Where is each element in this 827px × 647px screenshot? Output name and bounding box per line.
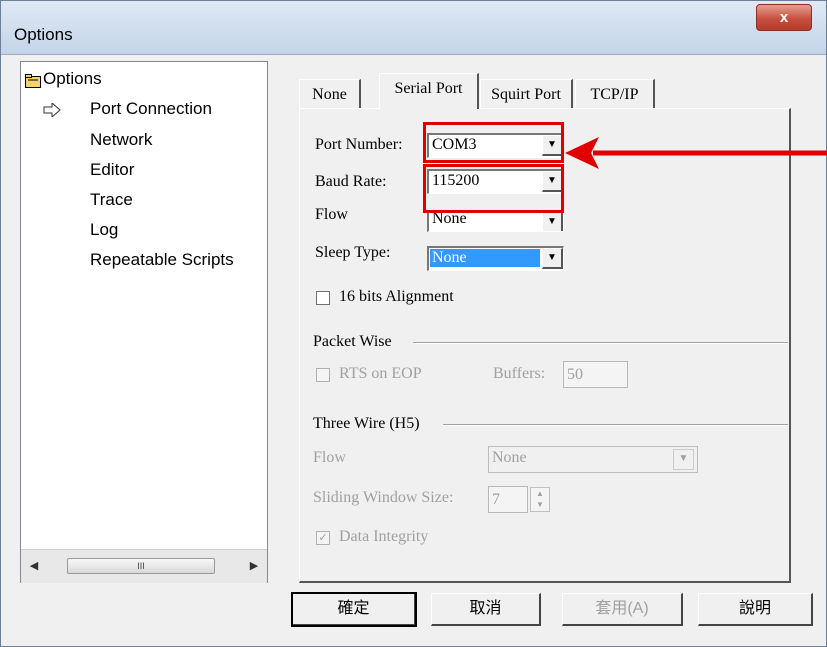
selected-arrow-icon	[43, 103, 61, 117]
chevron-down-icon[interactable]: ▼	[673, 449, 694, 470]
port-number-label: Port Number:	[315, 136, 403, 153]
sleep-type-value: None	[430, 249, 540, 267]
sliding-window-input[interactable]: 7	[488, 486, 528, 513]
help-button[interactable]: 說明	[698, 593, 813, 626]
tree-item-port-connection[interactable]: Port Connection	[90, 99, 212, 119]
sleep-type-label: Sleep Type:	[315, 244, 391, 261]
scroll-right-icon[interactable]: ▶	[247, 558, 261, 574]
tab-squirt-port[interactable]: Squirt Port	[480, 79, 573, 111]
options-tree: Options Port Connection Network Editor T…	[20, 61, 268, 583]
tree-item-repeatable-scripts[interactable]: Repeatable Scripts	[90, 250, 234, 270]
tree-item-trace[interactable]: Trace	[90, 190, 133, 210]
three-wire-divider	[443, 424, 788, 426]
alignment-checkbox[interactable]	[316, 291, 330, 305]
tab-none[interactable]: None	[299, 79, 361, 111]
buffers-label: Buffers:	[493, 365, 546, 382]
chevron-down-icon[interactable]: ▼	[542, 212, 563, 231]
three-wire-flow-select[interactable]: None ▼	[488, 446, 698, 473]
spin-down-icon[interactable]: ▼	[531, 499, 549, 510]
buffers-input[interactable]: 50	[563, 361, 628, 388]
close-button[interactable]: x	[756, 4, 812, 31]
three-wire-flow-label: Flow	[313, 449, 346, 466]
rts-on-eop-label: RTS on EOP	[339, 365, 422, 382]
title-bar: Options x	[1, 1, 826, 55]
cancel-button[interactable]: 取消	[431, 593, 541, 626]
tree-item-network[interactable]: Network	[90, 130, 152, 150]
baud-rate-label: Baud Rate:	[315, 173, 387, 190]
tree-item-log[interactable]: Log	[90, 220, 118, 240]
ok-button[interactable]: 確定	[291, 592, 417, 627]
flow-select[interactable]: None ▼	[427, 210, 564, 232]
tab-serial-port[interactable]: Serial Port	[379, 73, 479, 109]
tab-tcpip[interactable]: TCP/IP	[575, 79, 655, 111]
packet-wise-group-label: Packet Wise	[313, 333, 392, 350]
port-number-highlight	[423, 122, 564, 163]
data-integrity-checkbox[interactable]: ✓	[316, 531, 330, 545]
sliding-window-spinner[interactable]: ▲ ▼	[530, 487, 550, 512]
tree-item-editor[interactable]: Editor	[90, 160, 134, 180]
tree-root-options[interactable]: Options	[43, 69, 102, 89]
packet-wise-divider	[413, 342, 788, 344]
rts-on-eop-checkbox[interactable]	[316, 368, 330, 382]
scroll-thumb[interactable]: III	[67, 558, 215, 574]
tree-horizontal-scrollbar[interactable]: ◀ III ▶	[21, 549, 267, 583]
sliding-window-label: Sliding Window Size:	[313, 489, 454, 506]
sleep-type-select[interactable]: None ▼	[427, 246, 564, 271]
flow-label: Flow	[315, 206, 348, 223]
alignment-label: 16 bits Alignment	[339, 288, 454, 305]
options-dialog: Options x Options Port Connection Networ…	[0, 0, 827, 647]
chevron-down-icon[interactable]: ▼	[542, 248, 563, 269]
baud-rate-highlight	[423, 164, 564, 213]
annotation-arrow-icon	[565, 137, 827, 169]
window-title: Options	[14, 25, 73, 44]
three-wire-flow-value: None	[492, 449, 527, 466]
folder-icon	[25, 74, 41, 88]
three-wire-group-label: Three Wire (H5)	[313, 415, 420, 432]
apply-button[interactable]: 套用(A)	[562, 593, 683, 626]
data-integrity-label: Data Integrity	[339, 528, 429, 545]
scroll-left-icon[interactable]: ◀	[27, 558, 41, 574]
spin-up-icon[interactable]: ▲	[531, 488, 549, 499]
